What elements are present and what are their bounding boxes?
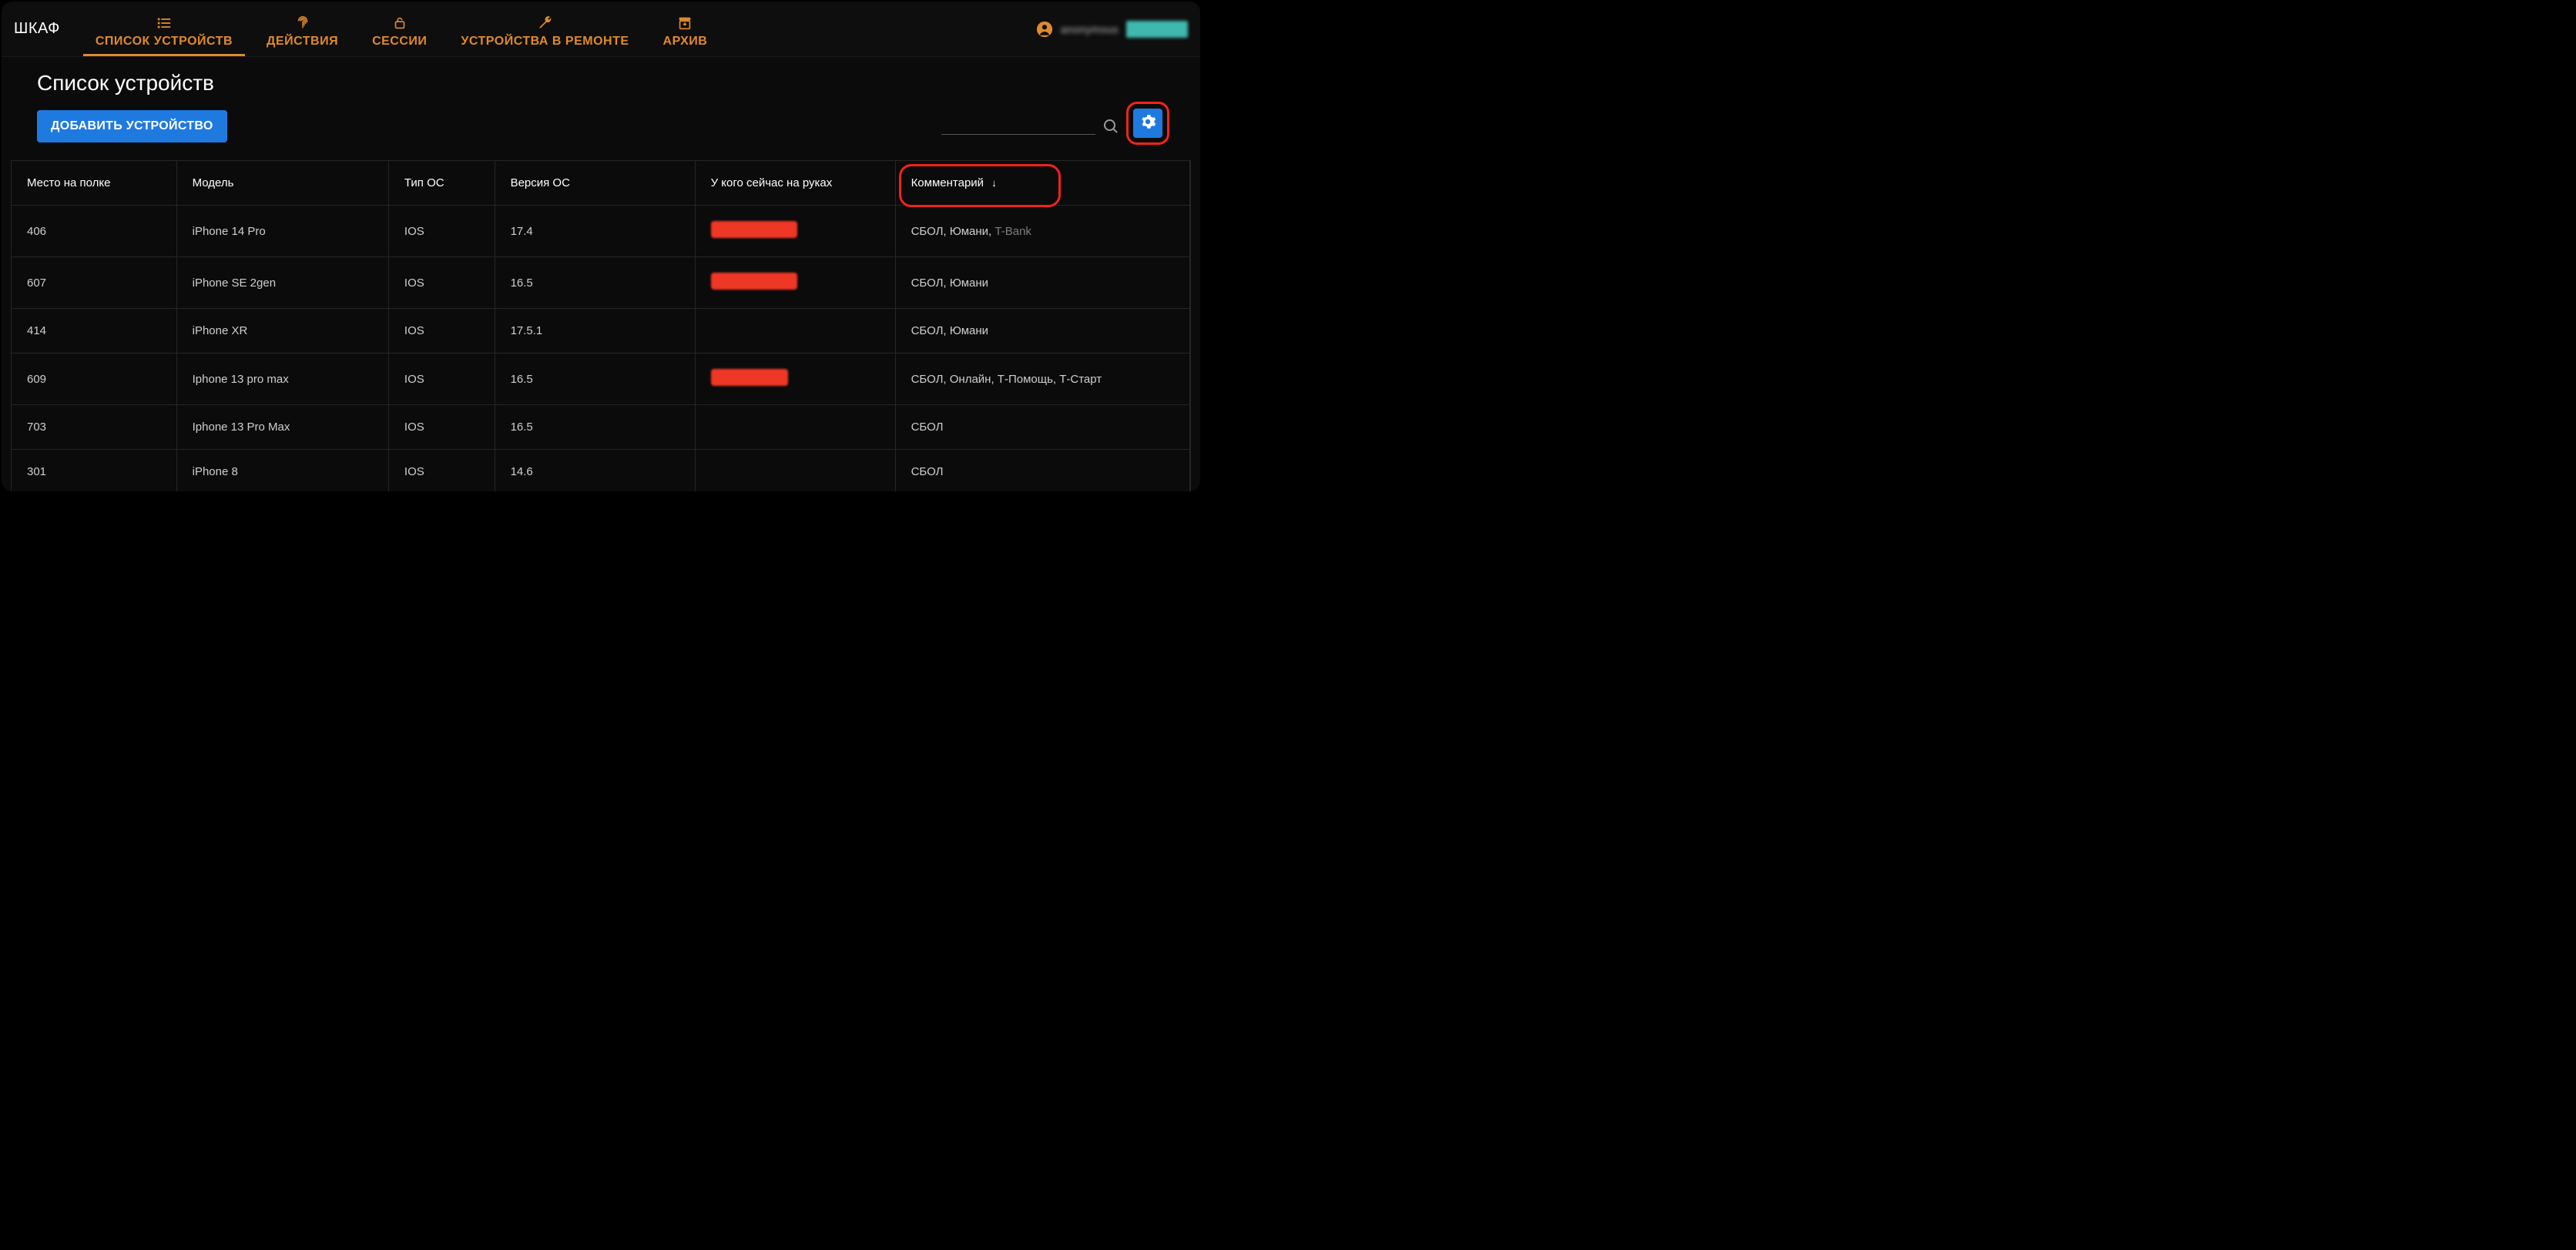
table-row[interactable]: 607iPhone SE 2genIOS16.5 СБОЛ, Юмани: [12, 257, 1190, 309]
archive-icon: [676, 15, 693, 32]
col-header-holder[interactable]: У кого сейчас на руках: [695, 161, 895, 206]
cell-holder: [695, 309, 895, 354]
wrench-icon: [536, 15, 553, 32]
table-row[interactable]: 406iPhone 14 ProIOS17.4 СБОЛ, Юмани, T-Ba…: [12, 206, 1190, 257]
nav: СПИСОК УСТРОЙСТВ ДЕЙСТВИЯ СЕССИИ УСТРОЙСТВА…: [79, 2, 724, 56]
redacted-holder: [711, 369, 788, 386]
cell-model: iPhone XR: [176, 309, 388, 354]
cell-os-version: 14.6: [495, 450, 695, 492]
cell-holder: [695, 405, 895, 450]
cell-os-version: 16.5: [495, 257, 695, 309]
redacted-holder: [711, 273, 797, 290]
page-title: Список устройств: [37, 71, 1169, 96]
fingerprint-icon: [294, 15, 311, 32]
col-header-comment-label: Комментарий: [911, 176, 984, 189]
table-row[interactable]: 301iPhone 8IOS14.6 СБОЛ: [12, 450, 1190, 492]
col-header-os-version[interactable]: Версия ОС: [495, 161, 695, 206]
nav-tab-label: АРХИВ: [663, 35, 708, 49]
cell-holder: [695, 450, 895, 492]
cell-location: 609: [12, 354, 176, 405]
cell-model: iPhone 8: [176, 450, 388, 492]
cell-model: Iphone 13 pro max: [176, 354, 388, 405]
search-icon[interactable]: [1102, 117, 1120, 136]
cell-location: 607: [12, 257, 176, 309]
nav-tab-label: ДЕЙСТВИЯ: [267, 35, 338, 49]
nav-tab-repair[interactable]: УСТРОЙСТВА В РЕМОНТЕ: [444, 2, 646, 56]
cell-os-version: 16.5: [495, 405, 695, 450]
cell-os-type: IOS: [388, 257, 495, 309]
nav-tab-sessions[interactable]: СЕССИИ: [355, 2, 444, 56]
col-header-os-type[interactable]: Тип ОС: [388, 161, 495, 206]
cell-holder: [695, 206, 895, 257]
app-title: ШКАФ: [14, 20, 60, 38]
cell-comment: СБОЛ, Онлайн, Т-Помощь, Т-Старт: [895, 354, 1189, 405]
cell-os-version: 17.4: [495, 206, 695, 257]
cell-comment: СБОЛ: [895, 405, 1189, 450]
table-row[interactable]: 609Iphone 13 pro maxIOS16.5 СБОЛ, Онлайн,…: [12, 354, 1190, 405]
table-header-row: Место на полке Модель Тип ОС Версия ОС У…: [12, 161, 1190, 206]
search-input[interactable]: [941, 118, 1095, 135]
nav-tab-label: СЕССИИ: [372, 35, 427, 49]
cell-os-version: 16.5: [495, 354, 695, 405]
lock-icon: [391, 15, 408, 32]
settings-highlight: [1126, 102, 1169, 145]
add-device-button[interactable]: ДОБАВИТЬ УСТРОЙСТВО: [37, 110, 227, 142]
cell-comment: СБОЛ, Юмани: [895, 309, 1189, 354]
col-header-location[interactable]: Место на полке: [12, 161, 176, 206]
cell-model: Iphone 13 Pro Max: [176, 405, 388, 450]
user-name[interactable]: anonymous: [1061, 23, 1119, 35]
page-header: Список устройств ДОБАВИТЬ УСТРОЙСТВО: [2, 57, 1200, 152]
user-chip[interactable]: [1126, 21, 1188, 38]
cell-model: iPhone SE 2gen: [176, 257, 388, 309]
nav-tab-label: СПИСОК УСТРОЙСТВ: [96, 35, 233, 49]
cell-holder: [695, 257, 895, 309]
list-icon: [156, 15, 173, 32]
user-area: anonymous: [1036, 21, 1188, 38]
cell-location: 703: [12, 405, 176, 450]
user-circle-icon: [1036, 21, 1053, 38]
device-table: Место на полке Модель Тип ОС Версия ОС У…: [11, 160, 1191, 491]
cell-comment: СБОЛ, Юмани, T-Bank: [895, 206, 1189, 257]
nav-tab-devices[interactable]: СПИСОК УСТРОЙСТВ: [79, 2, 250, 56]
cell-os-type: IOS: [388, 405, 495, 450]
col-header-comment[interactable]: Комментарий ↓: [895, 161, 1189, 206]
table-settings-button[interactable]: [1133, 109, 1162, 138]
cell-location: 301: [12, 450, 176, 492]
nav-tab-actions[interactable]: ДЕЙСТВИЯ: [250, 2, 355, 56]
cell-os-type: IOS: [388, 309, 495, 354]
table-row[interactable]: 414iPhone XRIOS17.5.1 СБОЛ, Юмани: [12, 309, 1190, 354]
cell-comment: СБОЛ, Юмани: [895, 257, 1189, 309]
cell-model: iPhone 14 Pro: [176, 206, 388, 257]
gear-icon: [1139, 113, 1156, 134]
cell-os-type: IOS: [388, 354, 495, 405]
cell-os-version: 17.5.1: [495, 309, 695, 354]
cell-location: 406: [12, 206, 176, 257]
cell-os-type: IOS: [388, 206, 495, 257]
nav-tab-label: УСТРОЙСТВА В РЕМОНТЕ: [461, 35, 629, 49]
table-body: 406iPhone 14 ProIOS17.4СБОЛ, Юмани, T-Ba…: [12, 206, 1190, 492]
nav-tab-archive[interactable]: АРХИВ: [646, 2, 725, 56]
table-row[interactable]: 703Iphone 13 Pro MaxIOS16.5 СБОЛ: [12, 405, 1190, 450]
cell-comment: СБОЛ: [895, 450, 1189, 492]
col-header-model[interactable]: Модель: [176, 161, 388, 206]
topbar: ШКАФ СПИСОК УСТРОЙСТВ ДЕЙСТВИЯ СЕССИИ УСТРО…: [2, 2, 1200, 57]
cell-location: 414: [12, 309, 176, 354]
cell-os-type: IOS: [388, 450, 495, 492]
sort-desc-icon: ↓: [991, 177, 997, 189]
cell-holder: [695, 354, 895, 405]
redacted-holder: [711, 221, 797, 238]
